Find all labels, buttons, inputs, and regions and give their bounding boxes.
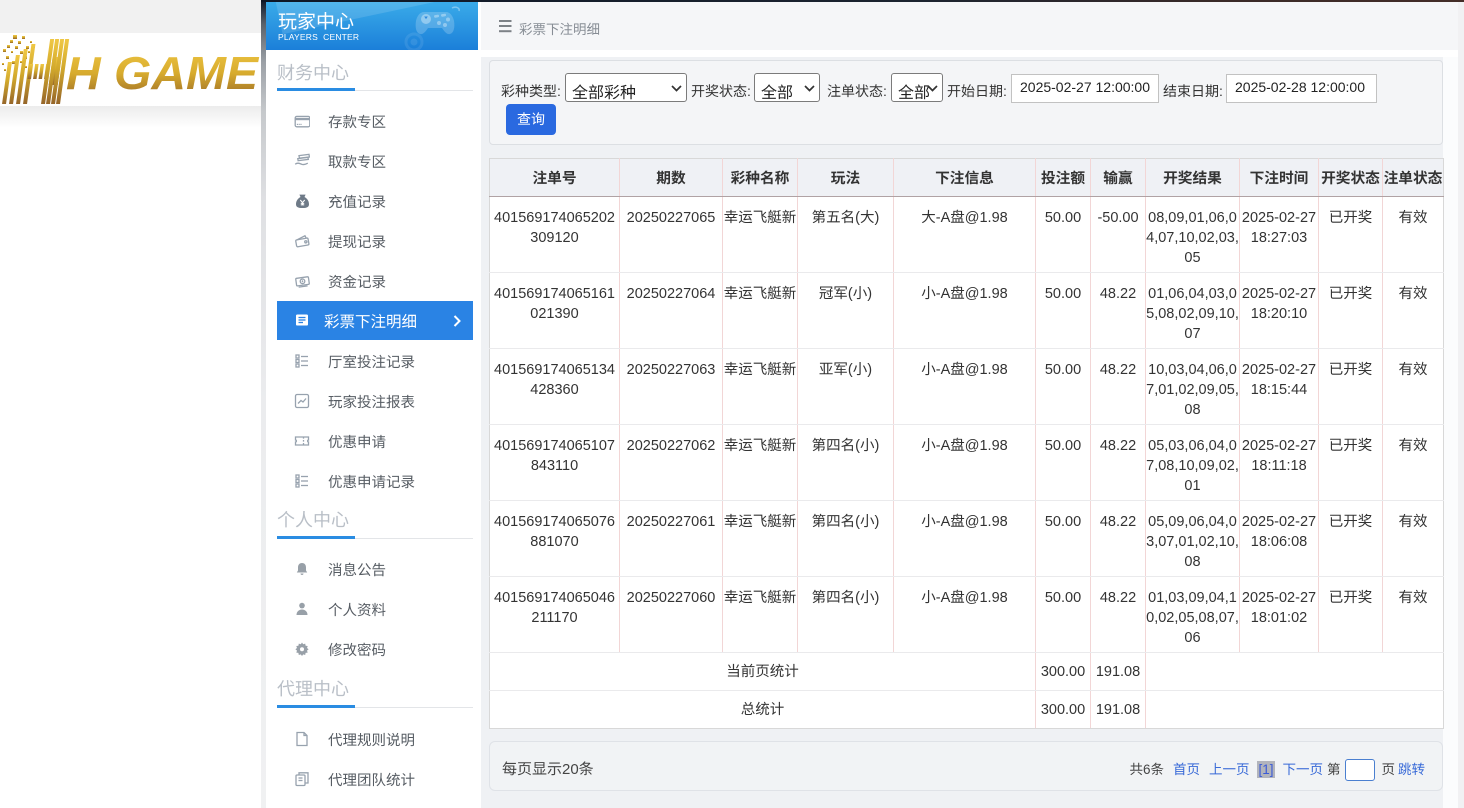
svg-text:H GAME: H GAME (66, 47, 259, 99)
